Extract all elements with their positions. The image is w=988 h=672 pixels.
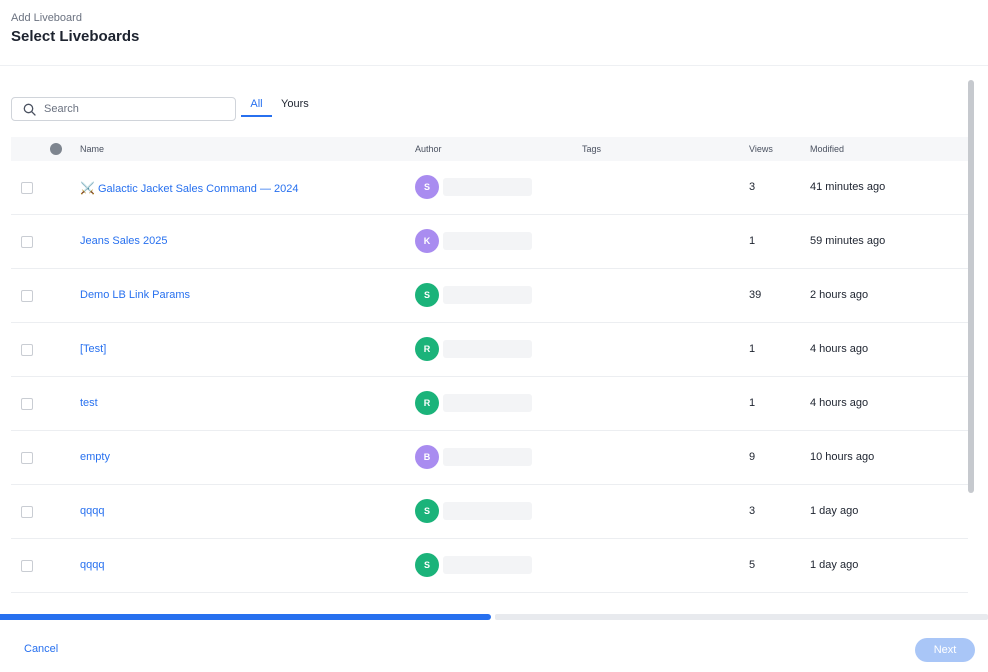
views-count: 5 (749, 559, 756, 571)
dialog-title: Select Liveboards (11, 28, 140, 45)
row-checkbox[interactable] (21, 182, 33, 194)
liveboard-table: Name Author Tags Views Modified ⚔️ Galact… (11, 137, 968, 593)
liveboard-name-link[interactable]: empty (80, 451, 110, 463)
row-checkbox[interactable] (21, 560, 33, 572)
next-button[interactable]: Next (915, 638, 975, 662)
column-name[interactable]: Name (80, 144, 104, 154)
author-name-placeholder (443, 394, 532, 412)
search-input[interactable] (44, 100, 229, 118)
author-name-placeholder (443, 448, 532, 466)
row-checkbox[interactable] (21, 452, 33, 464)
views-count: 39 (749, 289, 762, 301)
avatar: S (415, 283, 439, 307)
author-name-placeholder (443, 556, 532, 574)
author-name-placeholder (443, 232, 532, 250)
avatar: K (415, 229, 439, 253)
liveboard-name-link[interactable]: qqqq (80, 559, 104, 571)
scrollbar-thumb[interactable] (968, 80, 974, 493)
liveboard-name: Galactic Jacket Sales Command — 2024 (97, 183, 299, 195)
table-body: ⚔️ Galactic Jacket Sales Command — 2024 S 3… (11, 161, 968, 593)
liveboard-name-link[interactable]: [Test] (80, 343, 106, 355)
column-author[interactable]: Author (415, 144, 442, 154)
avatar: S (415, 553, 439, 577)
column-tags[interactable]: Tags (582, 144, 601, 154)
progress-bar (0, 614, 491, 620)
table-row[interactable]: [Test] R 1 4 hours ago (11, 323, 968, 377)
modified-time: 4 hours ago (810, 397, 869, 409)
progress-track (495, 614, 988, 620)
liveboard-name: [Test] (80, 343, 107, 355)
modified-time: 10 hours ago (810, 451, 875, 463)
search-box[interactable] (11, 97, 236, 121)
dialog-subtitle: Add Liveboard (11, 12, 82, 24)
modified-time: 4 hours ago (810, 343, 869, 355)
avatar: S (415, 175, 439, 199)
avatar: R (415, 391, 439, 415)
table-row[interactable]: qqqq S 3 1 day ago (11, 485, 968, 539)
views-count: 1 (749, 343, 756, 355)
cancel-button[interactable]: Cancel (24, 643, 58, 655)
table-header: Name Author Tags Views Modified (11, 137, 968, 161)
liveboard-name: Jeans Sales 2025 (80, 235, 168, 247)
views-count: 3 (749, 505, 756, 517)
table-row[interactable]: test R 1 4 hours ago (11, 377, 968, 431)
author-name-placeholder (443, 340, 532, 358)
liveboard-name-link[interactable]: Demo LB Link Params (80, 289, 190, 301)
views-count: 1 (749, 235, 756, 247)
liveboard-name: test (80, 397, 98, 409)
modified-time: 2 hours ago (810, 289, 869, 301)
avatar: S (415, 499, 439, 523)
dialog-header: Add Liveboard Select Liveboards (0, 0, 988, 66)
tab-all[interactable]: All (241, 97, 272, 117)
liveboard-name-link[interactable]: qqqq (80, 505, 104, 517)
modified-time: 59 minutes ago (810, 235, 886, 247)
row-checkbox[interactable] (21, 344, 33, 356)
column-views[interactable]: Views (749, 144, 773, 154)
liveboard-name-link[interactable]: Jeans Sales 2025 (80, 235, 167, 247)
liveboard-name-link[interactable]: test (80, 397, 98, 409)
table-row[interactable]: Jeans Sales 2025 K 1 59 minutes ago (11, 215, 968, 269)
table-row[interactable]: empty B 9 10 hours ago (11, 431, 968, 485)
views-count: 9 (749, 451, 756, 463)
search-icon (23, 103, 36, 116)
row-checkbox[interactable] (21, 398, 33, 410)
views-count: 3 (749, 181, 756, 193)
modified-time: 1 day ago (810, 559, 859, 571)
avatar: B (415, 445, 439, 469)
row-checkbox[interactable] (21, 290, 33, 302)
select-all-check-icon[interactable] (50, 143, 62, 155)
views-count: 1 (749, 397, 756, 409)
row-checkbox[interactable] (21, 506, 33, 518)
row-checkbox[interactable] (21, 236, 33, 248)
liveboard-name: Demo LB Link Params (80, 289, 191, 301)
modified-time: 41 minutes ago (810, 181, 886, 193)
tab-yours[interactable]: Yours (281, 97, 309, 117)
author-name-placeholder (443, 286, 532, 304)
author-name-placeholder (443, 502, 532, 520)
liveboard-name: empty (80, 451, 110, 463)
modified-time: 1 day ago (810, 505, 859, 517)
table-row[interactable]: ⚔️ Galactic Jacket Sales Command — 2024 S 3… (11, 161, 968, 215)
liveboard-name-link[interactable]: ⚔️ Galactic Jacket Sales Command — 2024 (80, 181, 299, 195)
table-row[interactable]: Demo LB Link Params S 39 2 hours ago (11, 269, 968, 323)
swords-emoji-icon: ⚔️ (80, 181, 95, 195)
author-name-placeholder (443, 178, 532, 196)
avatar: R (415, 337, 439, 361)
table-row[interactable]: qqqq S 5 1 day ago (11, 539, 968, 593)
column-modified[interactable]: Modified (810, 144, 844, 154)
liveboard-name: qqqq (80, 505, 105, 517)
liveboard-name: qqqq (80, 559, 105, 571)
